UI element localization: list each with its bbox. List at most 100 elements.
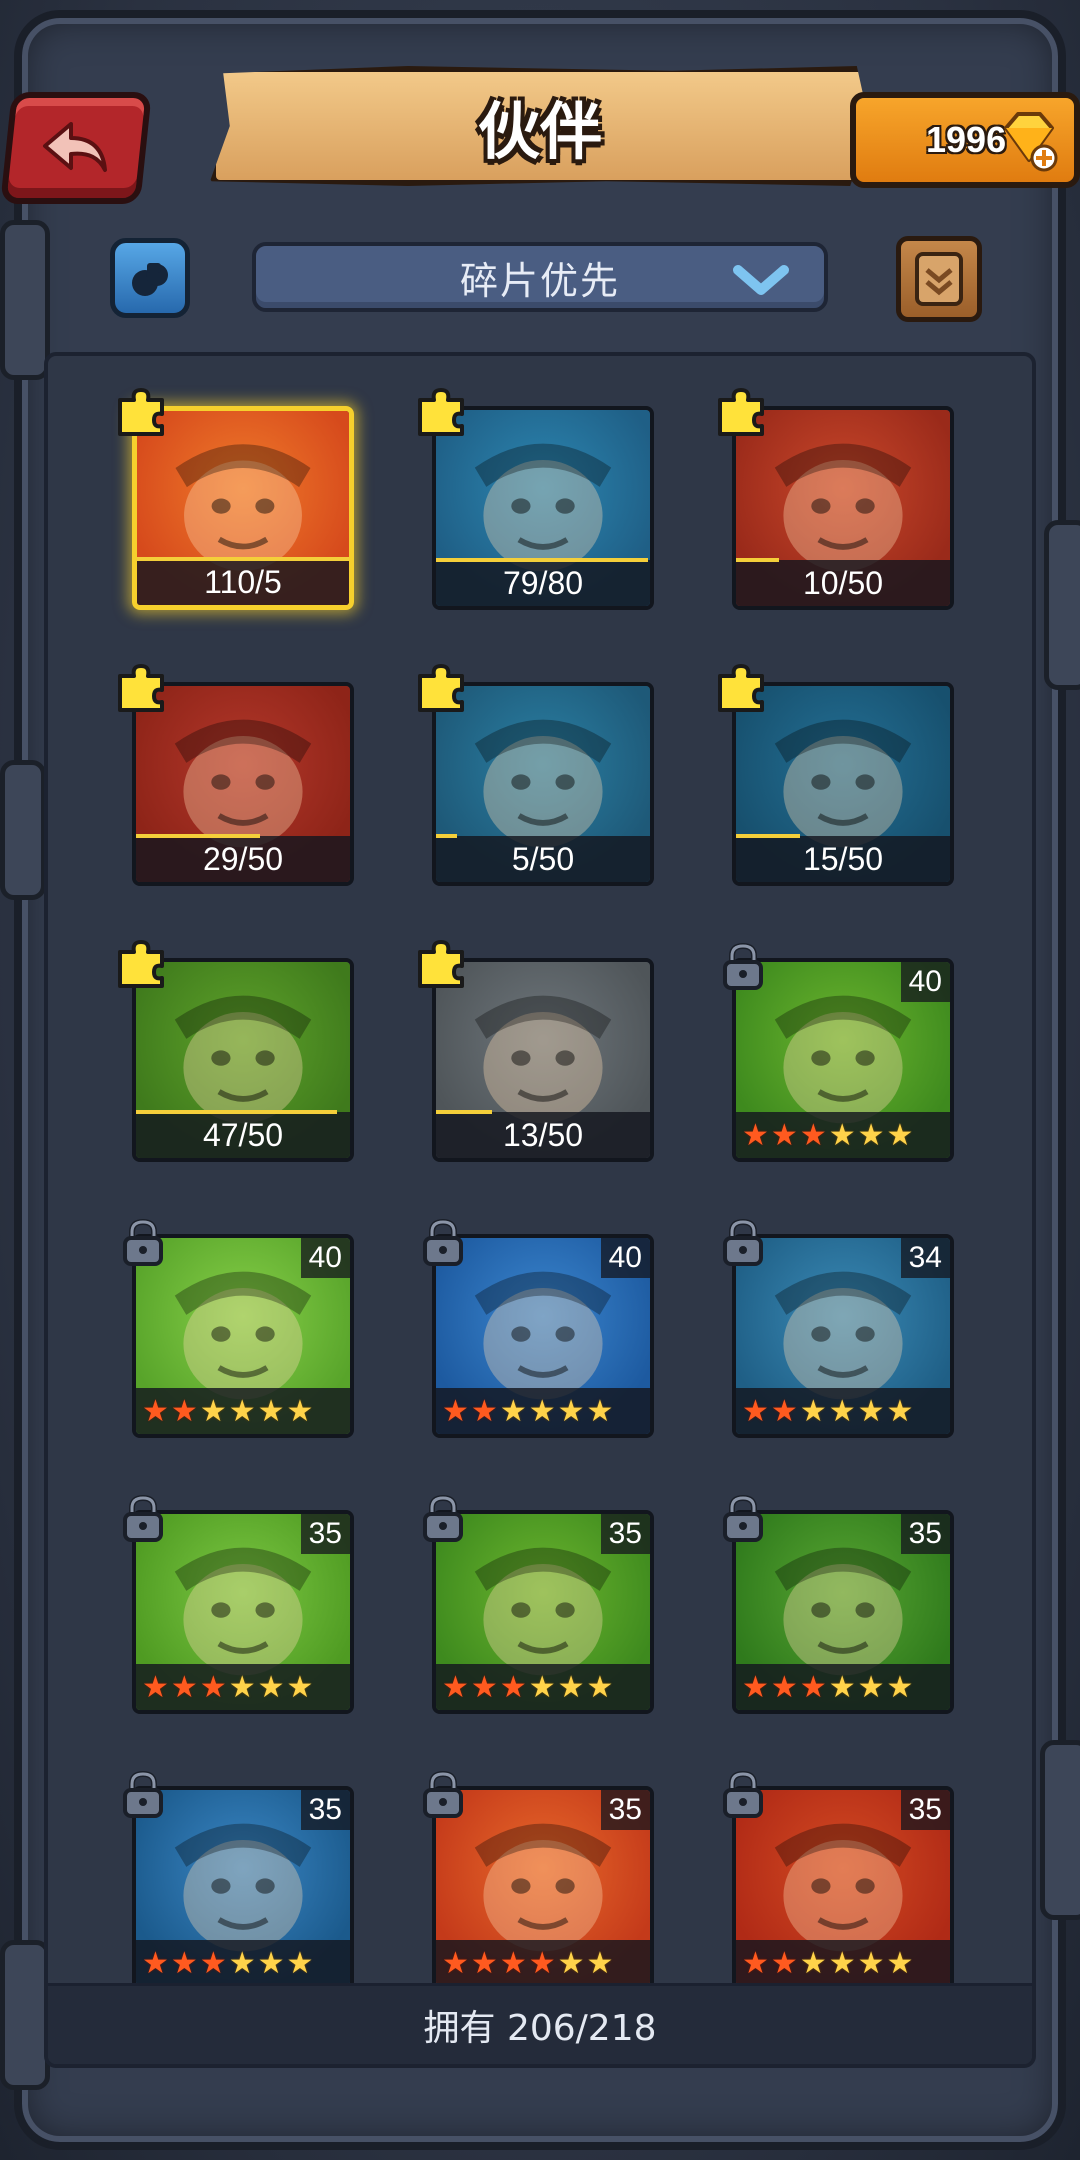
star-icon: ★	[857, 1670, 885, 1705]
fragment-progress-bar	[436, 834, 458, 838]
hero-level: 35	[900, 1790, 950, 1830]
star-icon: ★	[828, 1118, 856, 1153]
star-icon: ★	[199, 1670, 227, 1705]
star-rating: ★ ★ ★ ★ ★ ★	[442, 1396, 613, 1428]
star-icon: ★	[286, 1670, 314, 1705]
element-filter-button[interactable]	[110, 238, 190, 318]
hero-level: 40	[600, 1238, 650, 1278]
star-icon: ★	[199, 1394, 227, 1429]
lock-icon	[720, 1218, 766, 1268]
star-icon: ★	[528, 1670, 556, 1705]
star-icon: ★	[470, 1394, 498, 1429]
star-rating: ★ ★ ★ ★ ★ ★	[442, 1948, 613, 1980]
gem-counter-button[interactable]: 1996	[850, 92, 1080, 188]
star-icon: ★	[770, 1670, 798, 1705]
lock-icon	[120, 1494, 166, 1544]
star-icon: ★	[557, 1394, 585, 1429]
border-rock	[0, 1940, 50, 2090]
star-icon: ★	[257, 1946, 285, 1981]
puzzle-piece-icon	[414, 384, 468, 438]
star-icon: ★	[170, 1394, 198, 1429]
star-icon: ★	[142, 1670, 169, 1705]
lock-icon	[720, 1494, 766, 1544]
back-button[interactable]	[0, 92, 152, 204]
star-icon: ★	[228, 1670, 256, 1705]
star-icon: ★	[442, 1946, 469, 1981]
lock-icon	[420, 1218, 466, 1268]
sort-dropdown-label: 碎片优先	[459, 258, 620, 303]
star-icon: ★	[799, 1670, 827, 1705]
lock-icon	[720, 942, 766, 992]
star-icon: ★	[557, 1670, 585, 1705]
owned-count: 拥有 206/218	[423, 2008, 657, 2049]
star-icon: ★	[857, 1118, 885, 1153]
fragment-count: 15/50	[802, 841, 884, 877]
star-icon: ★	[770, 1118, 798, 1153]
owned-count-bar: 拥有 206/218	[48, 1983, 1032, 2064]
fragment-progress-bar	[736, 558, 779, 562]
star-icon: ★	[442, 1670, 469, 1705]
gem-count: 1996	[926, 119, 1007, 160]
fragment-progress-bar	[136, 834, 261, 838]
hero-level: 40	[300, 1238, 350, 1278]
fragment-count: 79/80	[502, 565, 584, 601]
star-icon: ★	[170, 1670, 198, 1705]
scroll-guide-button[interactable]	[896, 236, 982, 322]
star-icon: ★	[886, 1394, 914, 1429]
star-icon: ★	[770, 1394, 798, 1429]
star-icon: ★	[170, 1946, 198, 1981]
fragment-progress-bar	[436, 1110, 492, 1114]
sort-dropdown[interactable]: 碎片优先	[252, 242, 828, 312]
star-icon: ★	[799, 1394, 827, 1429]
star-icon: ★	[828, 1670, 856, 1705]
border-rock	[1040, 1740, 1080, 1920]
fragment-progress-bar	[137, 557, 349, 561]
star-icon: ★	[742, 1118, 769, 1153]
star-rating: ★ ★ ★ ★ ★ ★	[442, 1672, 613, 1704]
puzzle-piece-icon	[114, 384, 168, 438]
fragment-count: 10/50	[802, 565, 884, 601]
star-rating: ★ ★ ★ ★ ★ ★	[742, 1396, 913, 1428]
border-rock	[1044, 520, 1080, 690]
star-icon: ★	[742, 1394, 769, 1429]
star-icon: ★	[470, 1670, 498, 1705]
star-icon: ★	[142, 1394, 169, 1429]
star-icon: ★	[586, 1394, 614, 1429]
star-icon: ★	[470, 1946, 498, 1981]
star-icon: ★	[442, 1394, 469, 1429]
element-filter-icon	[132, 263, 168, 296]
lock-icon	[720, 1770, 766, 1820]
hero-level: 35	[300, 1514, 350, 1554]
lock-icon	[120, 1770, 166, 1820]
star-icon: ★	[886, 1670, 914, 1705]
star-icon: ★	[586, 1670, 614, 1705]
fragment-count: 47/50	[202, 1117, 284, 1153]
star-rating: ★ ★ ★ ★ ★ ★	[142, 1948, 313, 1980]
star-icon: ★	[499, 1394, 527, 1429]
star-icon: ★	[557, 1946, 585, 1981]
fragment-count: 110/5	[204, 564, 282, 600]
star-icon: ★	[857, 1946, 885, 1981]
hero-level: 35	[600, 1790, 650, 1830]
hero-level: 34	[900, 1238, 950, 1278]
fragment-count: 5/50	[511, 841, 575, 877]
star-icon: ★	[886, 1118, 914, 1153]
gem-plus-icon	[1004, 112, 1058, 172]
scroll-icon	[915, 252, 963, 306]
star-icon: ★	[142, 1946, 169, 1981]
star-icon: ★	[770, 1946, 798, 1981]
star-icon: ★	[828, 1946, 856, 1981]
star-rating: ★ ★ ★ ★ ★ ★	[742, 1948, 913, 1980]
puzzle-piece-icon	[414, 660, 468, 714]
star-icon: ★	[228, 1394, 256, 1429]
star-icon: ★	[286, 1394, 314, 1429]
hero-level: 35	[900, 1514, 950, 1554]
puzzle-piece-icon	[714, 660, 768, 714]
star-icon: ★	[257, 1670, 285, 1705]
star-icon: ★	[257, 1394, 285, 1429]
star-rating: ★ ★ ★ ★ ★ ★	[142, 1672, 313, 1704]
star-icon: ★	[228, 1946, 256, 1981]
back-arrow-icon	[43, 122, 107, 172]
fragment-progress-bar	[136, 1110, 338, 1114]
border-rock	[0, 220, 50, 380]
